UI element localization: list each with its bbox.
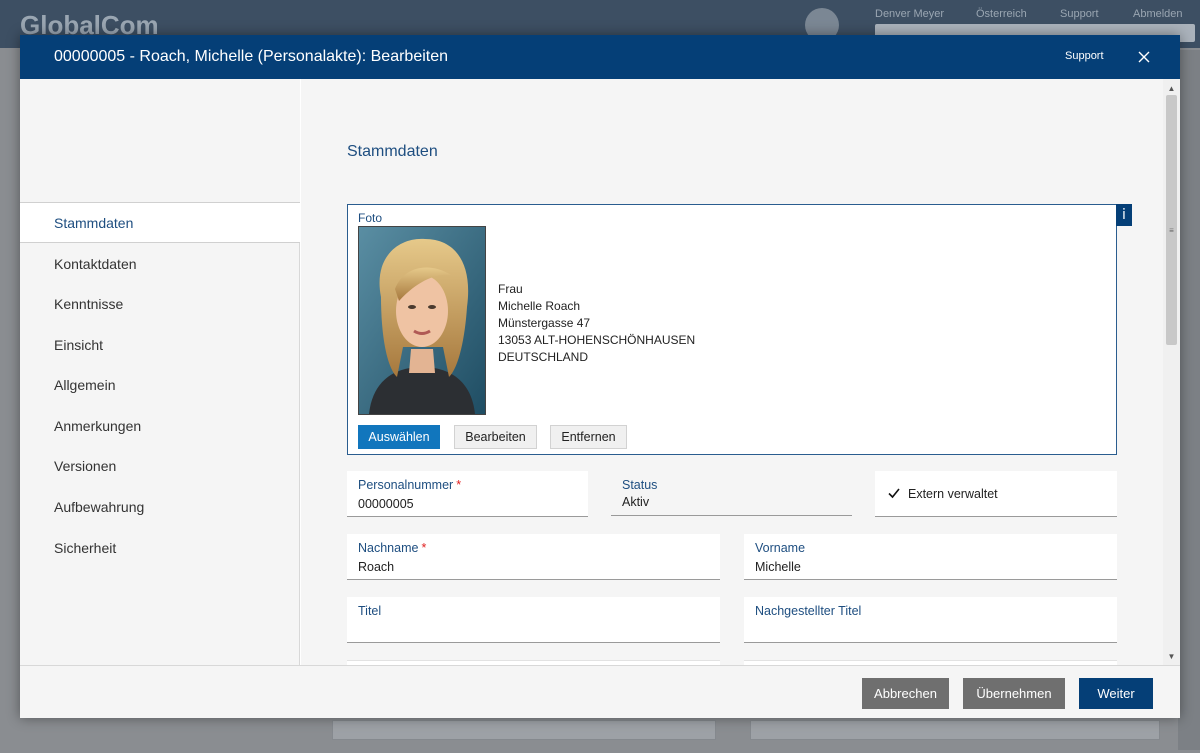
nav-item-kenntnisse[interactable]: Kenntnisse <box>20 284 300 324</box>
address-city: 13053 ALT-HOHENSCHÖNHAUSEN <box>498 333 696 347</box>
nachgestellter-titel-label: Nachgestellter Titel <box>755 604 862 618</box>
address-block: Frau Michelle Roach Münstergasse 47 1305… <box>498 281 695 366</box>
section-title: Stammdaten <box>347 143 438 160</box>
vorname-label: Vorname <box>755 541 806 555</box>
section-navigation: Stammdaten Kontaktdaten Kenntnisse Einsi… <box>20 79 300 665</box>
photo-panel: Foto i Frau Michelle Roach Münstergasse … <box>347 204 1132 455</box>
form-content: Stammdaten Foto i Frau Michelle Roach Mü… <box>301 79 1163 665</box>
nav-item-versionen[interactable]: Versionen <box>20 446 300 486</box>
nachname-field[interactable]: Nachname * Roach <box>347 534 720 580</box>
nav-item-sicherheit[interactable]: Sicherheit <box>20 528 300 568</box>
nav-item-anmerkungen[interactable]: Anmerkungen <box>20 406 300 446</box>
status-value: Aktiv <box>622 495 650 509</box>
address-country: DEUTSCHLAND <box>498 350 589 364</box>
status-field: Status Aktiv <box>611 471 852 516</box>
nav-item-kontaktdaten[interactable]: Kontaktdaten <box>20 244 300 284</box>
background-nav-logout: Abmelden <box>1133 8 1183 20</box>
vorname-field[interactable]: Vorname Michelle <box>744 534 1117 580</box>
select-photo-button[interactable]: Auswählen <box>358 425 440 449</box>
grip-icon: ≡ <box>1169 226 1174 235</box>
background-nav-user: Denver Meyer <box>875 8 945 20</box>
personalnummer-value: 00000005 <box>358 497 414 511</box>
background-nav-support: Support <box>1060 8 1099 20</box>
edit-photo-button[interactable]: Bearbeiten <box>454 425 537 449</box>
extern-verwaltet-checkbox[interactable] <box>886 485 902 501</box>
scroll-down-icon[interactable]: ▼ <box>1167 652 1176 661</box>
titel-label: Titel <box>358 604 382 618</box>
apply-button[interactable]: Übernehmen <box>963 678 1065 709</box>
remove-photo-button[interactable]: Entfernen <box>550 425 627 449</box>
titel-field[interactable]: Titel <box>347 597 720 643</box>
photo-label: Foto <box>358 211 383 225</box>
address-salutation: Frau <box>498 282 523 296</box>
nachgestellter-titel-field[interactable]: Nachgestellter Titel <box>744 597 1117 643</box>
profile-photo <box>358 226 486 415</box>
status-label: Status <box>622 478 658 492</box>
extern-verwaltet-label: Extern verwaltet <box>908 487 998 501</box>
nav-item-stammdaten[interactable]: Stammdaten <box>20 203 300 243</box>
edit-dialog: 00000005 - Roach, Michelle (Personalakte… <box>20 35 1180 718</box>
dialog-title: 00000005 - Roach, Michelle (Personalakte… <box>54 48 449 65</box>
info-icon[interactable]: i <box>1116 204 1132 226</box>
extern-verwaltet-field: Extern verwaltet <box>875 471 1117 517</box>
background-panel <box>750 720 1160 740</box>
address-name: Michelle Roach <box>498 299 581 313</box>
scroll-up-icon[interactable]: ▲ <box>1167 84 1176 93</box>
required-marker: * <box>421 541 427 555</box>
close-icon[interactable] <box>1132 45 1156 69</box>
nav-item-aufbewahrung[interactable]: Aufbewahrung <box>20 487 300 527</box>
dialog-footer: Abbrechen Übernehmen Weiter <box>20 665 1180 718</box>
nav-item-allgemein[interactable]: Allgemein <box>20 365 300 405</box>
support-link[interactable]: Support <box>1065 50 1104 62</box>
nachname-label: Nachname * <box>358 541 427 555</box>
address-street: Münstergasse 47 <box>498 316 591 330</box>
scroll-thumb[interactable]: ≡ <box>1166 95 1177 345</box>
personalnummer-label: Personalnummer * <box>358 478 462 492</box>
cancel-button[interactable]: Abbrechen <box>862 678 949 709</box>
personalnummer-field[interactable]: Personalnummer * 00000005 <box>347 471 588 517</box>
nav-item-einsicht[interactable]: Einsicht <box>20 325 300 365</box>
background-nav-country: Österreich <box>976 8 1027 20</box>
next-button[interactable]: Weiter <box>1079 678 1153 709</box>
background-panel <box>332 720 716 740</box>
required-marker: * <box>456 478 462 492</box>
navigation-header-space <box>20 79 300 203</box>
dialog-header: 00000005 - Roach, Michelle (Personalakte… <box>20 35 1180 79</box>
nachname-value: Roach <box>358 560 395 574</box>
vertical-scrollbar[interactable]: ▲ ≡ ▼ <box>1163 79 1180 665</box>
vorname-value: Michelle <box>755 560 801 574</box>
background-sidebar <box>1178 50 1200 750</box>
